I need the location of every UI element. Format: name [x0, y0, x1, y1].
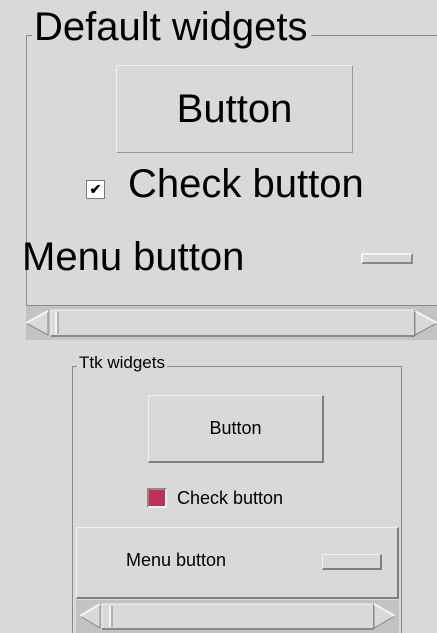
ttk-menubutton-indicator [322, 554, 382, 570]
tk-horizontal-scrollbar[interactable] [26, 305, 437, 340]
tk-checkbox[interactable]: ✔ [86, 180, 105, 199]
tk-scrollbar-graphic [26, 309, 437, 337]
ttk-button-label: Button [209, 418, 262, 438]
ttk-horizontal-scrollbar[interactable] [76, 600, 399, 633]
right-arrow-icon[interactable] [414, 310, 437, 336]
tk-menubutton-indicator[interactable] [361, 253, 413, 264]
ttk-scrollbar-graphic [79, 603, 397, 630]
ttk-menubutton[interactable]: Menu button [76, 527, 399, 599]
ttk-widgets-legend: Ttk widgets [77, 352, 167, 374]
tk-button[interactable]: Button [116, 65, 353, 153]
tk-menubutton-label[interactable]: Menu button [22, 233, 244, 281]
left-arrow-icon[interactable] [26, 310, 49, 336]
scrollbar-slider[interactable] [50, 309, 416, 337]
default-widgets-legend: Default widgets [32, 4, 312, 50]
ttk-menubutton-label: Menu button [126, 550, 227, 570]
ttk-checkbox[interactable] [147, 488, 167, 508]
right-arrow-icon[interactable] [373, 603, 397, 629]
ttk-button[interactable]: Button [148, 395, 324, 463]
tk-checkbutton-label[interactable]: Check button [128, 160, 364, 208]
tk-button-label: Button [176, 86, 293, 131]
check-mark-icon: ✔ [89, 181, 102, 197]
left-arrow-icon[interactable] [79, 603, 101, 629]
ttk-checkbutton-label[interactable]: Check button [177, 486, 283, 510]
scrollbar-slider[interactable] [101, 603, 375, 630]
